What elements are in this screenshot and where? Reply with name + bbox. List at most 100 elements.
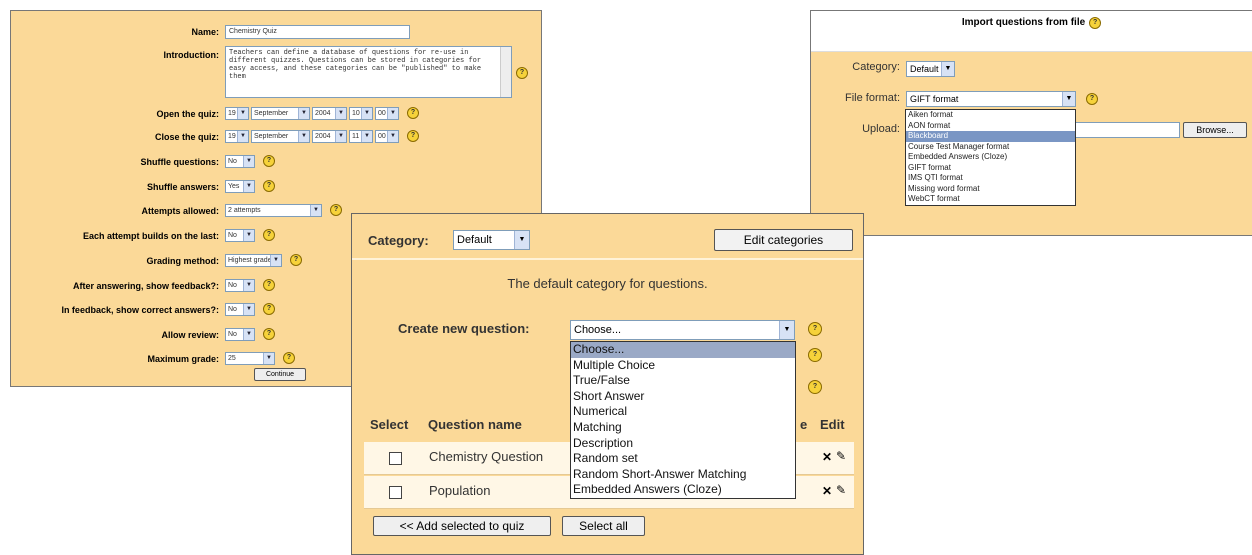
format-option[interactable]: Missing word format [906,184,1075,195]
upload-path-input[interactable] [1074,122,1180,138]
delete-icon[interactable]: ✕ [822,484,832,498]
help-icon[interactable]: ? [263,279,275,291]
open-day-select[interactable]: 19 ▼ [225,107,249,120]
help-icon[interactable]: ? [407,107,419,119]
attempts-select[interactable]: 2 attempts ▼ [225,204,322,217]
shuffle-answers-label: Shuffle answers: [146,182,219,192]
file-format-dropdown: Aiken format AON format Blackboard Cours… [905,109,1076,206]
question-type-option[interactable]: Short Answer [571,389,795,405]
delete-icon[interactable]: ✕ [822,450,832,464]
grading-select[interactable]: Highest grade ▼ [225,254,282,267]
help-icon[interactable]: ? [808,348,822,362]
format-option[interactable]: Embedded Answers (Cloze) [906,152,1075,163]
format-option[interactable]: IMS QTI format [906,173,1075,184]
question-type-option[interactable]: Matching [571,420,795,436]
edit-icon[interactable]: ✎ [836,483,846,497]
create-question-select[interactable]: Choose... ▼ [570,320,795,340]
format-option[interactable]: Course Test Manager format [906,142,1075,153]
category-label: Category: [368,233,429,248]
format-option[interactable]: Aiken format [906,110,1075,121]
help-icon[interactable]: ? [263,155,275,167]
question-type-option[interactable]: Random Short-Answer Matching [571,467,795,483]
builds-row: No ▼? [225,229,275,242]
row-checkbox[interactable] [389,452,402,465]
create-question-label: Create new question: [398,321,530,336]
introduction-textarea[interactable]: Teachers can define a database of questi… [225,46,512,98]
grading-row: Highest grade ▼? [225,254,302,267]
correct-answers-select[interactable]: No ▼ [225,303,255,316]
help-icon[interactable]: ? [407,130,419,142]
edit-categories-button[interactable]: Edit categories [714,229,853,251]
question-type-option[interactable]: Multiple Choice [571,358,795,374]
edit-icon[interactable]: ✎ [836,449,846,463]
help-icon[interactable]: ? [290,254,302,266]
correct-answers-label: In feedback, show correct answers?: [61,305,219,315]
continue-button[interactable]: Continue [254,368,306,381]
shuffle-questions-label: Shuffle questions: [140,157,220,167]
close-hour-select[interactable]: 11 ▼ [349,130,373,143]
question-type-option[interactable]: Description [571,436,795,452]
help-icon[interactable]: ? [283,352,295,364]
close-day-select[interactable]: 19 ▼ [225,130,249,143]
browse-button[interactable]: Browse... [1183,122,1247,138]
format-option[interactable]: WebCT format [906,194,1075,205]
col-type: e [800,417,808,432]
help-icon[interactable]: ? [263,180,275,192]
help-icon[interactable]: ? [263,303,275,315]
question-type-option-highlighted[interactable]: Choose... [571,342,795,358]
close-month-select[interactable]: September ▼ [251,130,310,143]
help-icon[interactable]: ? [516,67,528,79]
help-icon[interactable]: ? [808,380,822,394]
max-grade-select[interactable]: 25 ▼ [225,352,275,365]
question-type-option[interactable]: Embedded Answers (Cloze) [571,482,795,498]
correct-answers-row: No ▼? [225,303,275,316]
question-type-option[interactable]: True/False [571,373,795,389]
attempts-label: Attempts allowed: [141,206,219,216]
feedback-row: No ▼? [225,279,275,292]
open-hour-select[interactable]: 10 ▼ [349,107,373,120]
builds-select[interactable]: No ▼ [225,229,255,242]
name-input[interactable]: Chemistry Quiz [225,25,410,39]
close-quiz-controls: 19 ▼ September ▼ 2004 ▼ 11 ▼ 00 ▼? [225,130,419,143]
add-selected-button[interactable]: << Add selected to quiz [373,516,551,536]
help-icon[interactable]: ? [263,328,275,340]
import-category-select[interactable]: Default ▼ [906,61,955,77]
shuffle-answers-row: Yes ▼? [225,180,275,193]
close-year-select[interactable]: 2004 ▼ [312,130,347,143]
help-icon[interactable]: ? [330,204,342,216]
help-icon[interactable]: ? [1089,17,1102,29]
help-icon[interactable]: ? [1086,93,1098,105]
question-type-dropdown: Choose... Multiple Choice True/False Sho… [570,341,796,499]
file-format-select[interactable]: GIFT format ▼ [906,91,1076,107]
help-icon[interactable]: ? [808,322,822,336]
format-option[interactable]: GIFT format [906,163,1075,174]
row-checkbox[interactable] [389,486,402,499]
feedback-select[interactable]: No ▼ [225,279,255,292]
question-category-panel: Category: Default ▼ Edit categories The d… [351,213,864,555]
close-minute-select[interactable]: 00 ▼ [375,130,399,143]
file-format-label: File format: [844,92,900,104]
shuffle-answers-select[interactable]: Yes ▼ [225,180,255,193]
question-name: Population [429,483,491,498]
import-title: Import questions from file? [811,17,1252,29]
open-year-select[interactable]: 2004 ▼ [312,107,347,120]
help-icon[interactable]: ? [263,229,275,241]
select-all-button[interactable]: Select all [562,516,645,536]
open-quiz-controls: 19 ▼ September ▼ 2004 ▼ 10 ▼ 00 ▼? [225,107,419,120]
question-name: Chemistry Question [429,449,544,464]
question-type-option[interactable]: Numerical [571,404,795,420]
format-option[interactable]: AON format [906,121,1075,132]
format-option-highlighted[interactable]: Blackboard [906,131,1075,142]
question-type-option[interactable]: Random set [571,451,795,467]
attempts-row: 2 attempts ▼? [225,204,342,217]
category-select[interactable]: Default ▼ [453,230,530,250]
shuffle-questions-select[interactable]: No ▼ [225,155,255,168]
review-label: Allow review: [161,330,219,340]
category-description: The default category for questions. [507,276,708,291]
open-quiz-label: Open the quiz: [156,109,220,119]
open-minute-select[interactable]: 00 ▼ [375,107,399,120]
open-month-select[interactable]: September ▼ [251,107,310,120]
review-select[interactable]: No ▼ [225,328,255,341]
feedback-label: After answering, show feedback?: [72,281,219,291]
textarea-scrollbar[interactable] [500,47,511,97]
